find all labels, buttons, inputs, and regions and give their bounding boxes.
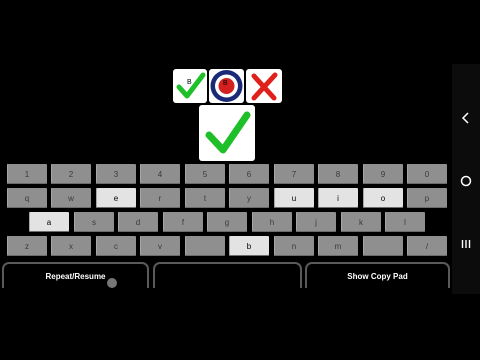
circle-icon — [460, 175, 472, 187]
large-check-tile — [199, 105, 255, 161]
key-slash[interactable]: / — [407, 236, 447, 256]
key-v[interactable]: v — [140, 236, 180, 256]
three-bars-icon — [461, 240, 471, 248]
key-blank-2[interactable] — [363, 236, 403, 256]
key-b[interactable]: b — [229, 236, 269, 256]
key-l[interactable]: l — [385, 212, 425, 232]
key-2[interactable]: 2 — [51, 164, 91, 184]
key-5[interactable]: 5 — [185, 164, 225, 184]
key-u[interactable]: u — [274, 188, 314, 208]
key-8[interactable]: 8 — [318, 164, 358, 184]
key-w[interactable]: w — [51, 188, 91, 208]
navigation-bar — [452, 64, 480, 294]
bullseye-tile: B — [209, 69, 244, 103]
key-r[interactable]: r — [140, 188, 180, 208]
key-6[interactable]: 6 — [229, 164, 269, 184]
repeat-resume-label: Repeat/Resume — [45, 271, 106, 281]
key-f[interactable]: f — [163, 212, 203, 232]
key-1[interactable]: 1 — [7, 164, 47, 184]
key-t[interactable]: t — [185, 188, 225, 208]
key-e[interactable]: e — [96, 188, 136, 208]
check-icon — [176, 72, 206, 99]
key-0[interactable]: 0 — [407, 164, 447, 184]
key-3[interactable]: 3 — [96, 164, 136, 184]
key-z[interactable]: z — [7, 236, 47, 256]
key-x[interactable]: x — [51, 236, 91, 256]
target-letter: B — [187, 79, 192, 86]
key-q[interactable]: q — [7, 188, 47, 208]
key-blank-1[interactable] — [185, 236, 225, 256]
cross-tile — [246, 69, 282, 103]
key-o[interactable]: o — [363, 188, 403, 208]
key-g[interactable]: g — [207, 212, 247, 232]
key-d[interactable]: d — [118, 212, 158, 232]
key-j[interactable]: j — [296, 212, 336, 232]
key-7[interactable]: 7 — [274, 164, 314, 184]
middle-pad[interactable] — [153, 262, 302, 288]
key-4[interactable]: 4 — [140, 164, 180, 184]
key-s[interactable]: s — [74, 212, 114, 232]
repeat-resume-button[interactable]: Repeat/Resume — [2, 262, 149, 288]
home-button[interactable] — [452, 167, 480, 195]
touch-indicator-dot — [107, 278, 117, 288]
key-m[interactable]: m — [318, 236, 358, 256]
back-button[interactable] — [452, 104, 480, 132]
key-c[interactable]: c — [96, 236, 136, 256]
key-y[interactable]: y — [229, 188, 269, 208]
key-p[interactable]: p — [407, 188, 447, 208]
key-n[interactable]: n — [274, 236, 314, 256]
chevron-left-icon — [461, 112, 469, 124]
cross-icon — [251, 72, 278, 101]
key-i[interactable]: i — [318, 188, 358, 208]
key-k[interactable]: k — [341, 212, 381, 232]
large-check-icon — [205, 111, 251, 154]
show-copy-pad-label: Show Copy Pad — [347, 271, 408, 281]
key-a[interactable]: a — [29, 212, 69, 232]
bullseye-letter: B — [223, 80, 228, 87]
show-copy-pad-button[interactable]: Show Copy Pad — [305, 262, 450, 288]
small-check-tile: B — [173, 69, 207, 103]
recent-apps-button[interactable] — [452, 230, 480, 258]
key-h[interactable]: h — [252, 212, 292, 232]
key-9[interactable]: 9 — [363, 164, 403, 184]
